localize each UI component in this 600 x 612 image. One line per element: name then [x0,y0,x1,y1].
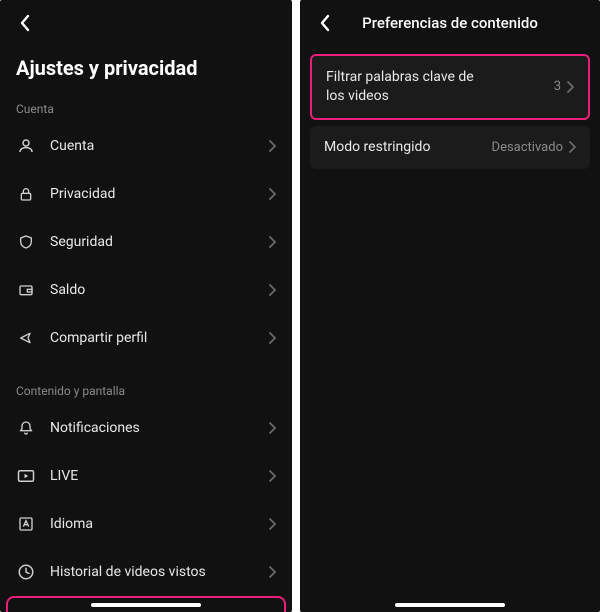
home-indicator[interactable] [395,603,505,607]
back-button[interactable] [312,11,336,35]
row-filter-keywords[interactable]: Filtrar palabras clave de los videos 3 [312,56,588,118]
shield-icon [16,232,36,252]
chevron-right-icon [567,81,574,93]
chevron-right-icon [569,141,576,153]
row-label: Seguridad [50,234,113,250]
section-header-contenido: Contenido y pantalla [0,380,292,404]
live-icon [16,466,36,486]
chevron-left-icon [319,14,330,32]
row-value: Desactivado [492,140,569,155]
chevron-right-icon [269,518,276,530]
row-restricted-mode-card: Modo restringido Desactivado [310,126,590,169]
row-label: Cuenta [50,138,94,154]
row-cuenta[interactable]: Cuenta [0,122,292,170]
row-label: Filtrar palabras clave de los videos [326,68,481,106]
wallet-icon [16,280,36,300]
bell-icon [16,418,36,438]
chevron-right-icon [269,188,276,200]
left-topbar [0,0,292,46]
row-label: Saldo [50,282,85,298]
chevron-right-icon [269,140,276,152]
chevron-right-icon [269,422,276,434]
row-saldo[interactable]: Saldo [0,266,292,314]
row-label: Historial de videos vistos [50,564,206,580]
row-seguridad[interactable]: Seguridad [0,218,292,266]
chevron-right-icon [269,332,276,344]
row-value: 3 [554,79,567,94]
chevron-left-icon [19,14,30,32]
content-preferences-screen: Preferencias de contenido Filtrar palabr… [300,0,600,612]
user-icon [16,136,36,156]
language-icon [16,514,36,534]
row-historial[interactable]: Historial de videos vistos [0,548,292,596]
chevron-right-icon [269,236,276,248]
row-compartir-perfil[interactable]: Compartir perfil [0,314,292,362]
settings-screen: Ajustes y privacidad Cuenta Cuenta Priva… [0,0,292,612]
row-label: LIVE [50,468,78,484]
lock-icon [16,184,36,204]
page-title: Ajustes y privacidad [0,46,292,98]
screen-title: Preferencias de contenido [300,14,600,32]
row-live[interactable]: LIVE [0,452,292,500]
back-button[interactable] [12,11,36,35]
row-label: Idioma [50,516,93,532]
row-idioma[interactable]: Idioma [0,500,292,548]
right-topbar: Preferencias de contenido [300,0,600,46]
home-indicator[interactable] [91,603,201,607]
row-notificaciones[interactable]: Notificaciones [0,404,292,452]
row-label: Modo restringido [324,138,430,157]
row-label: Notificaciones [50,420,140,436]
row-filter-keywords-card: Filtrar palabras clave de los videos 3 [310,54,590,120]
row-label: Compartir perfil [50,330,147,346]
chevron-right-icon [269,284,276,296]
share-icon [16,328,36,348]
row-label: Privacidad [50,186,115,202]
chevron-right-icon [269,566,276,578]
section-header-cuenta: Cuenta [0,98,292,122]
row-privacidad[interactable]: Privacidad [0,170,292,218]
history-icon [16,562,36,582]
row-restricted-mode[interactable]: Modo restringido Desactivado [310,126,590,169]
chevron-right-icon [269,470,276,482]
